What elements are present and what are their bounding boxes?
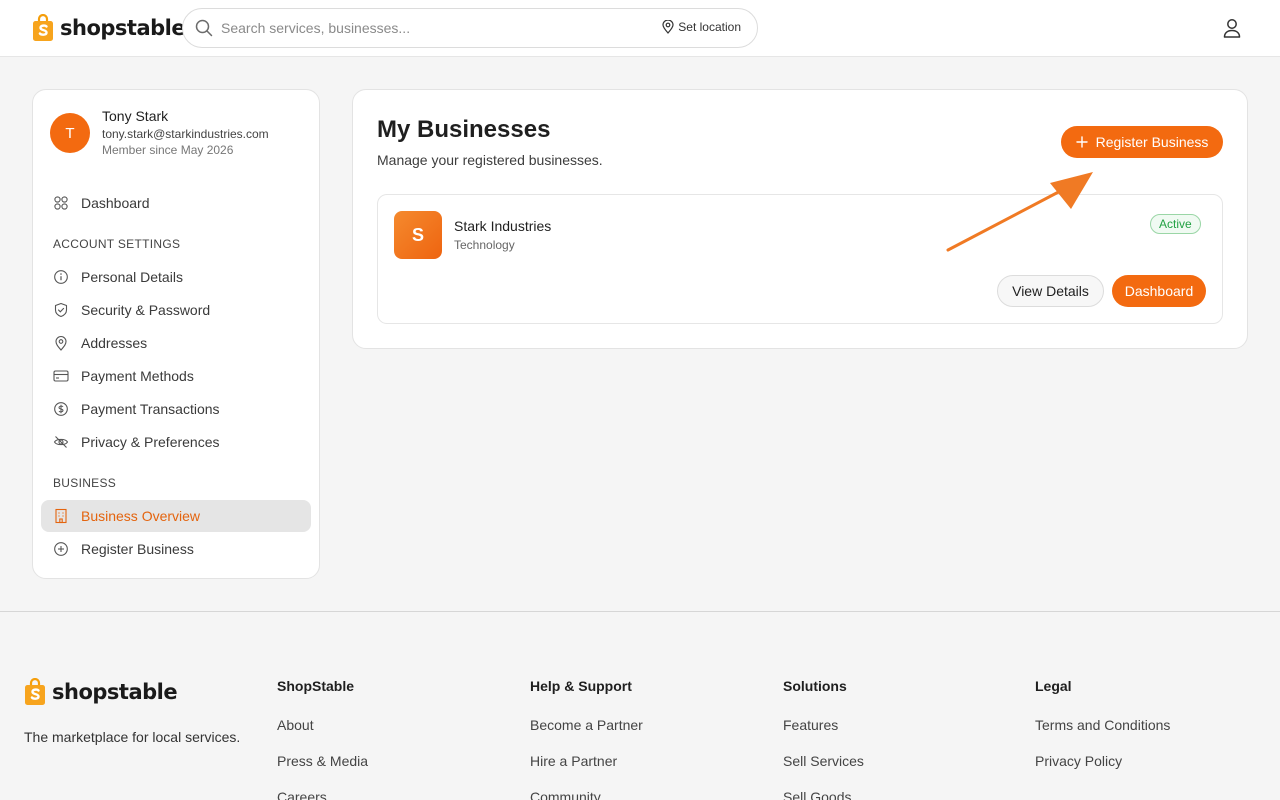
sidebar-item-privacy-preferences[interactable]: Privacy & Preferences <box>41 426 311 458</box>
sidebar-item-business-overview[interactable]: Business Overview <box>41 500 311 532</box>
avatar: T <box>50 113 90 153</box>
footer-column-legal: Legal Terms and Conditions Privacy Polic… <box>1035 678 1170 769</box>
footer-column-title: Solutions <box>783 678 847 694</box>
plus-icon <box>1075 136 1088 148</box>
footer-link-hire-partner[interactable]: Hire a Partner <box>530 753 617 769</box>
footer-link-sell-services[interactable]: Sell Services <box>783 753 864 769</box>
plus-circle-icon <box>54 542 68 556</box>
section-title-account-settings: ACCOUNT SETTINGS <box>53 237 181 251</box>
sidebar-item-label: Addresses <box>81 335 148 351</box>
register-business-button[interactable]: Register Business <box>1061 126 1223 158</box>
dollar-icon <box>54 402 68 416</box>
sidebar-item-security-password[interactable]: Security & Password <box>41 294 311 326</box>
map-pin-icon <box>55 336 67 351</box>
footer-link-terms[interactable]: Terms and Conditions <box>1035 717 1170 733</box>
account-sidebar: T Tony Stark tony.stark@starkindustries.… <box>32 89 320 579</box>
sidebar-item-label: Privacy & Preferences <box>81 434 220 450</box>
page-subtitle: Manage your registered businesses. <box>377 152 603 168</box>
profile-name: Tony Stark <box>102 108 169 124</box>
grid-icon <box>54 196 68 210</box>
sidebar-item-dashboard[interactable]: Dashboard <box>41 187 311 219</box>
my-businesses-panel: My Businesses Manage your registered bus… <box>352 89 1248 349</box>
business-logo: S <box>394 211 442 259</box>
sidebar-item-payment-methods[interactable]: Payment Methods <box>41 360 311 392</box>
register-business-label: Register Business <box>1095 134 1209 150</box>
sidebar-item-personal-details[interactable]: Personal Details <box>41 261 311 293</box>
status-badge: Active <box>1150 214 1201 234</box>
pointer-arrow-icon <box>946 172 1093 252</box>
search-bar: Set location <box>182 8 758 48</box>
sidebar-item-label: Personal Details <box>81 269 183 285</box>
sidebar-item-payment-transactions[interactable]: Payment Transactions <box>41 393 311 425</box>
shopping-bag-icon <box>33 14 53 41</box>
search-input[interactable] <box>221 17 641 39</box>
business-name: Stark Industries <box>454 218 552 234</box>
set-location-label: Set location <box>678 20 741 34</box>
footer-brand-logo[interactable]: shopstable <box>24 678 178 706</box>
search-icon <box>195 19 213 37</box>
footer-link-press-media[interactable]: Press & Media <box>277 753 368 769</box>
footer-link-features[interactable]: Features <box>783 717 838 733</box>
sidebar-item-label: Register Business <box>81 541 194 557</box>
site-footer: shopstable The marketplace for local ser… <box>0 611 1280 800</box>
business-category: Technology <box>454 238 515 252</box>
sidebar-item-label: Security & Password <box>81 302 211 318</box>
brand-name: shopstable <box>52 680 178 704</box>
user-account-icon[interactable] <box>1220 16 1244 40</box>
footer-column-shopstable: ShopStable About Press & Media Careers <box>277 678 368 800</box>
credit-card-icon <box>53 370 69 382</box>
info-icon <box>54 270 68 284</box>
sidebar-item-addresses[interactable]: Addresses <box>41 327 311 359</box>
page-title: My Businesses <box>377 116 551 143</box>
sidebar-item-label: Payment Transactions <box>81 401 220 417</box>
footer-tagline: The marketplace for local services. <box>24 729 241 745</box>
business-dashboard-button[interactable]: Dashboard <box>1112 275 1206 307</box>
shield-icon <box>54 302 68 318</box>
footer-link-careers[interactable]: Careers <box>277 789 327 800</box>
set-location-button[interactable]: Set location <box>662 20 741 34</box>
sidebar-item-register-business[interactable]: Register Business <box>41 533 311 565</box>
sidebar-item-label: Business Overview <box>81 508 201 524</box>
footer-link-about[interactable]: About <box>277 717 314 733</box>
footer-link-become-partner[interactable]: Become a Partner <box>530 717 643 733</box>
eye-off-icon <box>53 436 69 448</box>
top-header: shopstable Set location <box>0 0 1280 57</box>
brand-logo[interactable]: shopstable <box>32 14 186 42</box>
footer-link-community[interactable]: Community <box>530 789 601 800</box>
profile-email: tony.stark@starkindustries.com <box>102 127 269 141</box>
profile-member-since: Member since May 2026 <box>102 143 234 157</box>
footer-column-help-support: Help & Support Become a Partner Hire a P… <box>530 678 643 800</box>
map-pin-icon <box>662 20 674 34</box>
sidebar-item-label: Dashboard <box>81 195 150 211</box>
shopping-bag-icon <box>25 678 45 705</box>
footer-column-title: ShopStable <box>277 678 355 694</box>
footer-column-title: Help & Support <box>530 678 632 694</box>
footer-column-solutions: Solutions Features Sell Services Sell Go… <box>783 678 864 800</box>
sidebar-item-label: Payment Methods <box>81 368 194 384</box>
footer-link-privacy-policy[interactable]: Privacy Policy <box>1035 753 1122 769</box>
footer-column-title: Legal <box>1035 678 1072 694</box>
footer-link-sell-goods[interactable]: Sell Goods <box>783 789 851 800</box>
section-title-business: BUSINESS <box>53 476 117 490</box>
brand-name: shopstable <box>60 16 186 40</box>
view-details-button[interactable]: View Details <box>997 275 1104 307</box>
building-icon <box>55 508 67 524</box>
